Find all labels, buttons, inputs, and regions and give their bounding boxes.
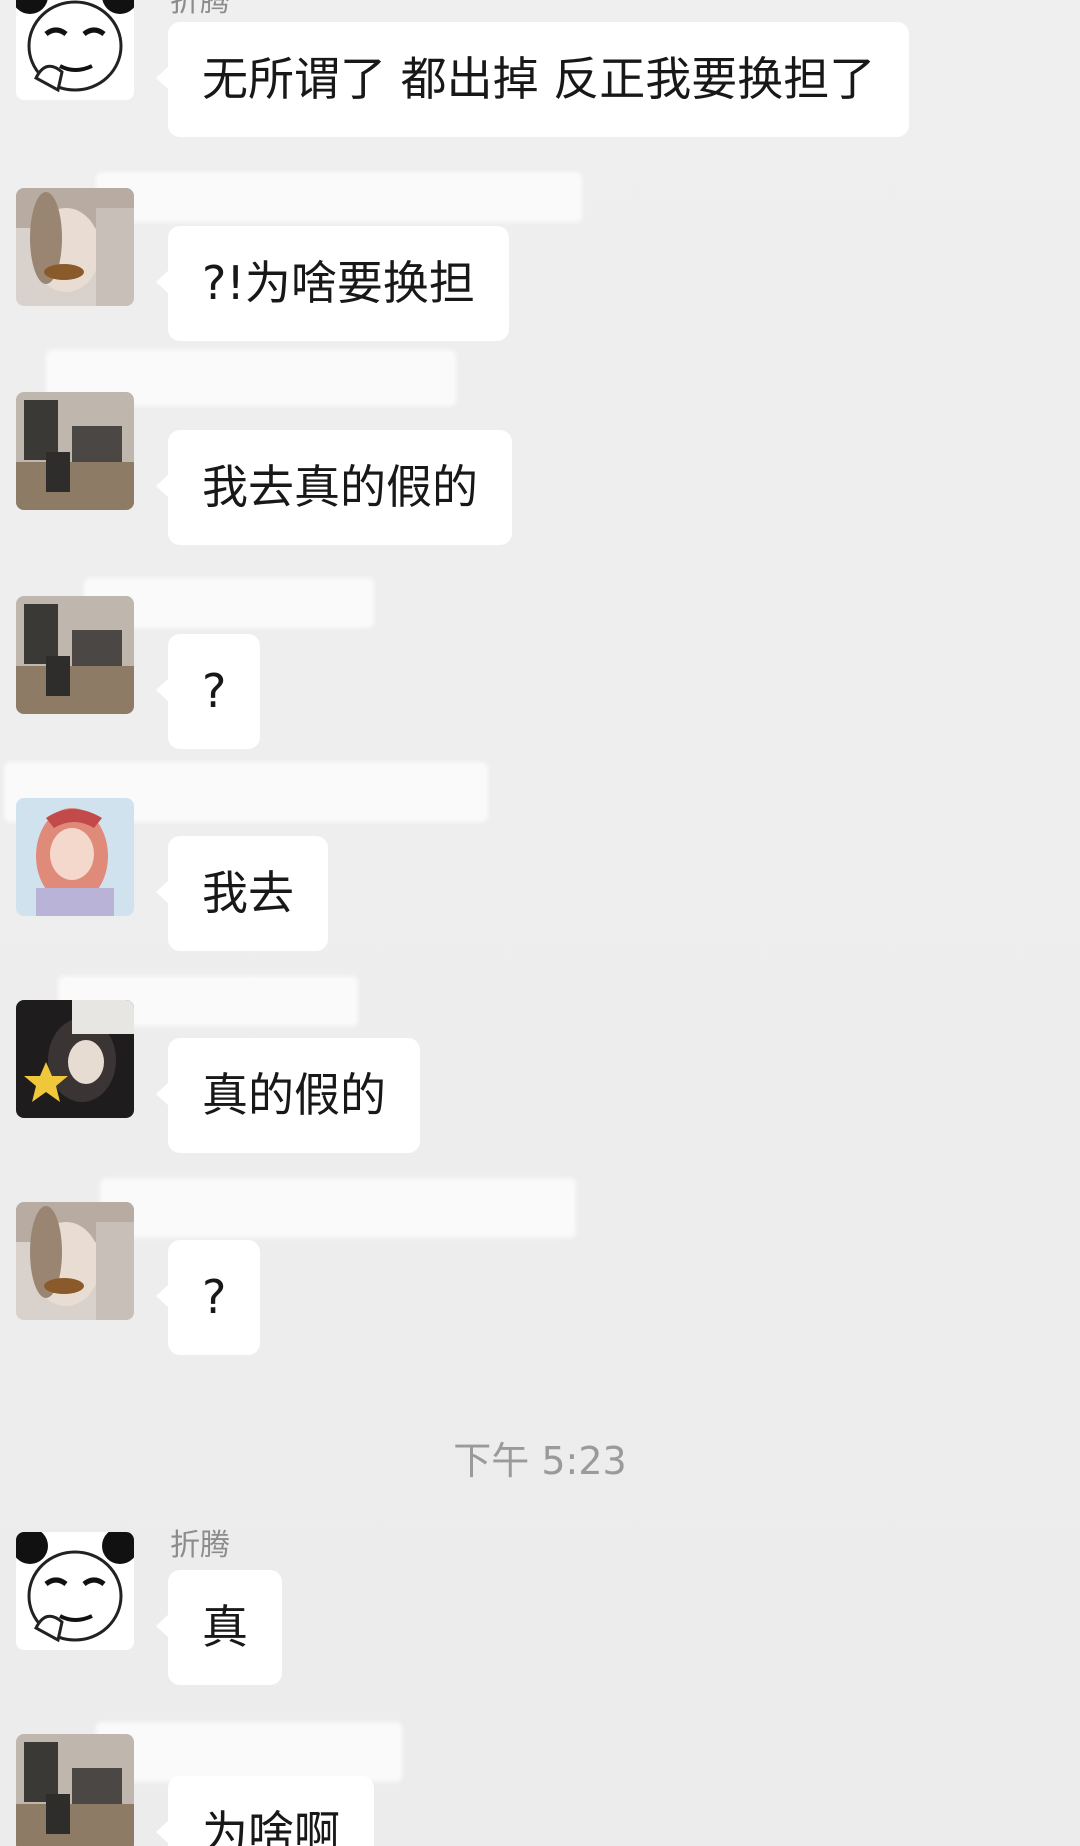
chat-area[interactable]: 折腾 无所谓了 都出掉 反正我要换担了 ?!为啥要换担 我去真的假的 ? 我去 …: [0, 0, 1080, 1846]
pink-hair-avatar-icon[interactable]: [16, 798, 134, 916]
selfie-photo-avatar-icon[interactable]: [16, 1202, 134, 1320]
redacted-nickname: [96, 1722, 402, 1782]
message-bubble[interactable]: ?: [155, 1240, 261, 1355]
selfie-photo-avatar-icon[interactable]: [16, 188, 134, 306]
message-bubble[interactable]: 为啥啊: [156, 1776, 374, 1846]
timestamp: 下午 5:23: [453, 1439, 627, 1483]
sender-nickname: 折腾: [170, 1528, 230, 1563]
message-bubble[interactable]: 真: [156, 1570, 282, 1685]
panda-meme-icon[interactable]: [16, 0, 134, 100]
room-photo-avatar-icon[interactable]: [16, 392, 134, 510]
message-bubble[interactable]: 我去真的假的: [156, 430, 512, 545]
redacted-nickname: [96, 172, 582, 222]
sender-nickname: 折腾: [170, 0, 230, 19]
message-bubble[interactable]: ?: [155, 634, 261, 749]
room-photo-avatar-icon[interactable]: [16, 1734, 134, 1846]
redacted-nickname: [100, 1178, 576, 1238]
panda-meme-icon[interactable]: [16, 1532, 134, 1650]
message-bubble[interactable]: ?!为啥要换担: [156, 226, 509, 341]
star-photo-avatar-icon[interactable]: [16, 1000, 134, 1118]
room-photo-avatar-icon[interactable]: [16, 596, 134, 714]
message-bubble[interactable]: 我去: [156, 836, 328, 951]
message-bubble[interactable]: 无所谓了 都出掉 反正我要换担了: [155, 22, 910, 137]
message-bubble[interactable]: 真的假的: [156, 1038, 420, 1153]
